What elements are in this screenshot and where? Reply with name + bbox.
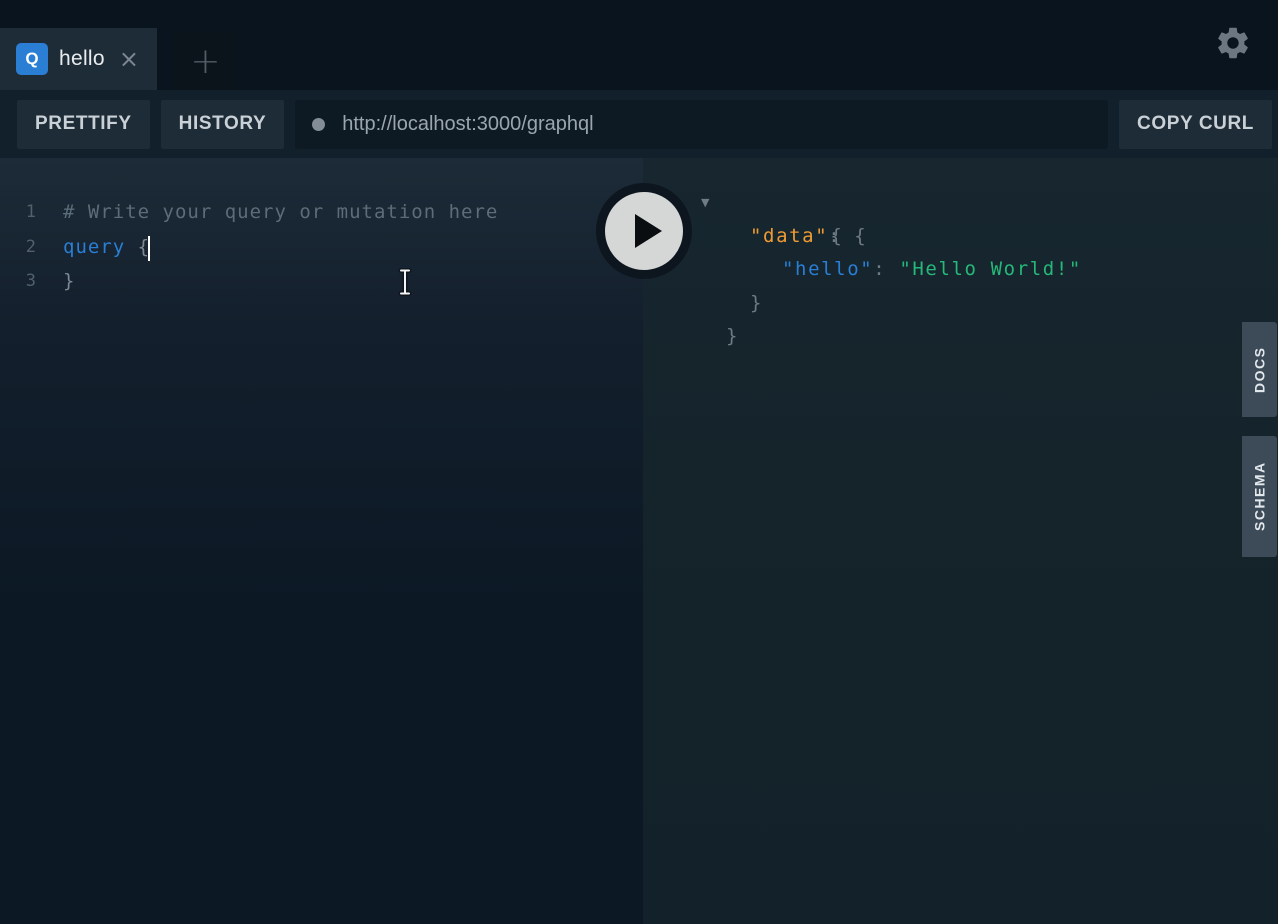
line-number-gutter: 1 2 3 <box>0 158 47 924</box>
query-line: query { <box>47 230 643 265</box>
query-line: } <box>47 264 643 299</box>
schema-tab[interactable]: SCHEMA <box>1242 436 1277 557</box>
response-key: "hello" <box>782 258 873 280</box>
code-punctuation: { <box>125 236 150 258</box>
play-icon <box>635 214 662 248</box>
tab-hello[interactable]: Q hello × <box>0 28 157 90</box>
query-line: # Write your query or mutation here <box>47 195 643 230</box>
response-pane: ▼{ "data": { "hello": "Hello World!" } } <box>643 158 1278 924</box>
query-editor[interactable]: 1 2 3 # Write your query or mutation her… <box>0 158 643 924</box>
query-code-area[interactable]: # Write your query or mutation here quer… <box>47 158 643 924</box>
new-tab-button[interactable]: + <box>174 32 237 90</box>
mouse-cursor-ibeam <box>398 268 412 296</box>
docs-tab[interactable]: DOCS <box>1242 322 1277 417</box>
collapse-triangle-icon[interactable]: ▼ <box>701 186 709 220</box>
response-string-value: "Hello World!" <box>899 258 1082 280</box>
response-line: } <box>643 287 1278 321</box>
prettify-button[interactable]: PRETTIFY <box>17 100 150 149</box>
tab-title: hello <box>59 47 105 71</box>
close-tab-icon[interactable]: × <box>119 47 139 71</box>
response-punctuation: : { <box>828 225 867 247</box>
line-number: 2 <box>0 230 47 265</box>
line-number: 3 <box>0 264 47 299</box>
text-caret <box>148 236 150 261</box>
plus-icon: + <box>190 41 220 82</box>
response-line: } <box>643 320 1278 354</box>
toolbar: PRETTIFY HISTORY COPY CURL <box>0 90 1278 158</box>
response-line: ▼{ <box>643 186 1278 220</box>
graphql-playground-window: Q hello × + PRETTIFY HISTORY COPY CURL 1… <box>0 0 1278 924</box>
workspace: 1 2 3 # Write your query or mutation her… <box>0 158 1278 924</box>
execute-play-button[interactable] <box>596 183 692 279</box>
query-type-badge-letter: Q <box>25 49 38 69</box>
tab-bar: Q hello × + <box>0 0 1278 90</box>
history-button[interactable]: HISTORY <box>161 100 285 149</box>
endpoint-input[interactable] <box>342 113 1091 136</box>
line-number: 1 <box>0 195 47 230</box>
code-keyword: query <box>63 236 125 258</box>
query-type-badge: Q <box>16 43 48 75</box>
code-punctuation: } <box>63 270 75 292</box>
response-punctuation: } <box>750 292 763 314</box>
copy-curl-button[interactable]: COPY CURL <box>1119 100 1272 149</box>
response-line: "data": { <box>643 220 1278 254</box>
response-punctuation: } <box>726 325 739 347</box>
endpoint-status-dot <box>312 118 325 131</box>
settings-gear-icon[interactable] <box>1214 24 1252 62</box>
code-comment: # Write your query or mutation here <box>63 201 498 223</box>
response-punctuation: : <box>873 258 899 280</box>
response-key: "data" <box>750 225 828 247</box>
response-line: "hello": "Hello World!" <box>643 253 1278 287</box>
endpoint-bar <box>295 100 1108 149</box>
